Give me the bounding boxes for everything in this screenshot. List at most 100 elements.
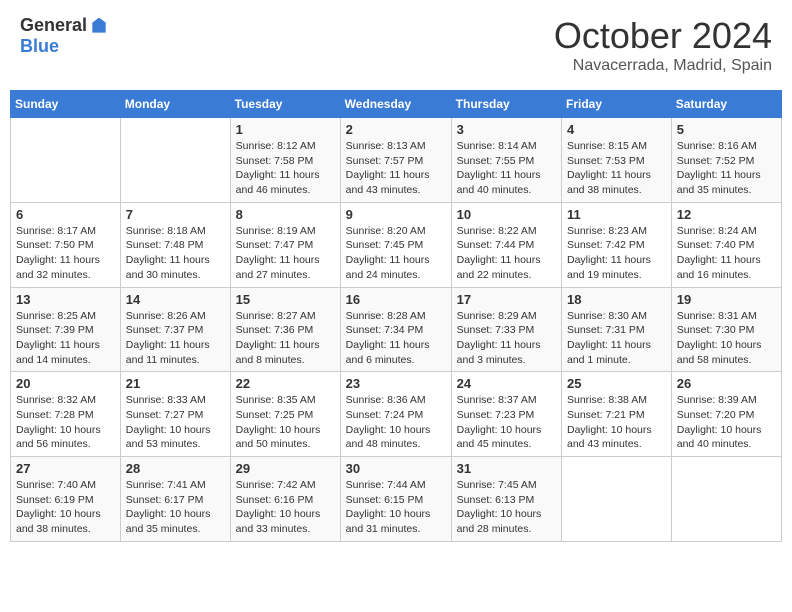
day-number: 22 (236, 376, 335, 391)
calendar-cell: 3Sunrise: 8:14 AMSunset: 7:55 PMDaylight… (451, 118, 561, 203)
day-info: Sunrise: 8:39 AMSunset: 7:20 PMDaylight:… (677, 393, 776, 452)
logo: General Blue (20, 15, 109, 57)
calendar-cell (11, 118, 121, 203)
day-info: Sunrise: 8:20 AMSunset: 7:45 PMDaylight:… (346, 224, 446, 283)
calendar-cell: 31 Sunrise: 7:45 AMSunset: 6:13 PMDayligh… (451, 457, 561, 542)
calendar-table: Sunday Monday Tuesday Wednesday Thursday… (10, 90, 782, 542)
day-number: 2 (346, 122, 446, 137)
day-info: Sunrise: 8:31 AMSunset: 7:30 PMDaylight:… (677, 309, 776, 368)
day-info: Sunrise: 8:37 AMSunset: 7:23 PMDaylight:… (457, 393, 556, 452)
day-info: Sunrise: 8:15 AMSunset: 7:53 PMDaylight:… (567, 139, 666, 198)
day-number: 6 (16, 207, 115, 222)
calendar-cell: 28 Sunrise: 7:41 AMSunset: 6:17 PMDayligh… (120, 457, 230, 542)
day-number: 29 (236, 461, 335, 476)
calendar-cell: 1 Sunrise: 8:12 AMSunset: 7:58 PMDaylight… (230, 118, 340, 203)
day-info: Sunrise: 8:32 AMSunset: 7:28 PMDaylight:… (16, 393, 115, 452)
day-number: 12 (677, 207, 776, 222)
day-info: Sunrise: 8:33 AMSunset: 7:27 PMDaylight:… (126, 393, 225, 452)
day-number: 21 (126, 376, 225, 391)
day-number: 18 (567, 292, 666, 307)
day-info: Sunrise: 8:36 AMSunset: 7:24 PMDaylight:… (346, 393, 446, 452)
day-info: Sunrise: 8:22 AMSunset: 7:44 PMDaylight:… (457, 224, 556, 283)
calendar-cell: 15 Sunrise: 8:27 AMSunset: 7:36 PMDayligh… (230, 287, 340, 372)
day-number: 19 (677, 292, 776, 307)
month-title: October 2024 (554, 15, 772, 57)
col-saturday: Saturday (671, 91, 781, 118)
day-number: 24 (457, 376, 556, 391)
calendar-cell: 24 Sunrise: 8:37 AMSunset: 7:23 PMDayligh… (451, 372, 561, 457)
day-number: 15 (236, 292, 335, 307)
col-sunday: Sunday (11, 91, 121, 118)
day-info: Sunrise: 8:13 AMSunset: 7:57 PMDaylight:… (346, 139, 446, 198)
day-info: Sunrise: 7:40 AMSunset: 6:19 PMDaylight:… (16, 478, 115, 537)
day-info: Sunrise: 7:41 AMSunset: 6:17 PMDaylight:… (126, 478, 225, 537)
calendar-cell: 5Sunrise: 8:16 AMSunset: 7:52 PMDaylight… (671, 118, 781, 203)
day-number: 8 (236, 207, 335, 222)
week-row-1: 1 Sunrise: 8:12 AMSunset: 7:58 PMDaylight… (11, 118, 782, 203)
day-info: Sunrise: 8:26 AMSunset: 7:37 PMDaylight:… (126, 309, 225, 368)
day-number: 31 (457, 461, 556, 476)
calendar-cell (671, 457, 781, 542)
calendar-cell: 11Sunrise: 8:23 AMSunset: 7:42 PMDayligh… (562, 202, 672, 287)
calendar-cell: 18 Sunrise: 8:30 AMSunset: 7:31 PMDayligh… (562, 287, 672, 372)
day-info: Sunrise: 8:35 AMSunset: 7:25 PMDaylight:… (236, 393, 335, 452)
day-info: Sunrise: 7:44 AMSunset: 6:15 PMDaylight:… (346, 478, 446, 537)
day-info: Sunrise: 8:28 AMSunset: 7:34 PMDaylight:… (346, 309, 446, 368)
day-number: 9 (346, 207, 446, 222)
day-info: Sunrise: 7:45 AMSunset: 6:13 PMDaylight:… (457, 478, 556, 537)
day-number: 16 (346, 292, 446, 307)
day-info: Sunrise: 8:29 AMSunset: 7:33 PMDaylight:… (457, 309, 556, 368)
week-row-4: 20 Sunrise: 8:32 AMSunset: 7:28 PMDayligh… (11, 372, 782, 457)
day-number: 20 (16, 376, 115, 391)
day-number: 4 (567, 122, 666, 137)
calendar-cell: 22 Sunrise: 8:35 AMSunset: 7:25 PMDayligh… (230, 372, 340, 457)
calendar-cell: 16 Sunrise: 8:28 AMSunset: 7:34 PMDayligh… (340, 287, 451, 372)
calendar-cell: 23 Sunrise: 8:36 AMSunset: 7:24 PMDayligh… (340, 372, 451, 457)
day-number: 10 (457, 207, 556, 222)
day-number: 11 (567, 207, 666, 222)
day-number: 23 (346, 376, 446, 391)
day-info: Sunrise: 8:12 AMSunset: 7:58 PMDaylight:… (236, 139, 335, 198)
day-info: Sunrise: 8:27 AMSunset: 7:36 PMDaylight:… (236, 309, 335, 368)
calendar-cell: 30 Sunrise: 7:44 AMSunset: 6:15 PMDayligh… (340, 457, 451, 542)
header-row: Sunday Monday Tuesday Wednesday Thursday… (11, 91, 782, 118)
day-info: Sunrise: 8:38 AMSunset: 7:21 PMDaylight:… (567, 393, 666, 452)
day-info: Sunrise: 7:42 AMSunset: 6:16 PMDaylight:… (236, 478, 335, 537)
day-number: 25 (567, 376, 666, 391)
col-friday: Friday (562, 91, 672, 118)
week-row-2: 6 Sunrise: 8:17 AMSunset: 7:50 PMDaylight… (11, 202, 782, 287)
col-wednesday: Wednesday (340, 91, 451, 118)
calendar-cell: 19 Sunrise: 8:31 AMSunset: 7:30 PMDayligh… (671, 287, 781, 372)
title-section: October 2024 Navacerrada, Madrid, Spain (554, 15, 772, 75)
logo-general: General (20, 15, 87, 36)
calendar-cell: 27Sunrise: 7:40 AMSunset: 6:19 PMDayligh… (11, 457, 121, 542)
day-number: 30 (346, 461, 446, 476)
day-info: Sunrise: 8:30 AMSunset: 7:31 PMDaylight:… (567, 309, 666, 368)
calendar-cell: 20 Sunrise: 8:32 AMSunset: 7:28 PMDayligh… (11, 372, 121, 457)
col-thursday: Thursday (451, 91, 561, 118)
calendar-cell: 26 Sunrise: 8:39 AMSunset: 7:20 PMDayligh… (671, 372, 781, 457)
calendar-cell: 7Sunrise: 8:18 AMSunset: 7:48 PMDaylight… (120, 202, 230, 287)
logo-icon (89, 16, 109, 36)
day-number: 26 (677, 376, 776, 391)
calendar-cell: 4 Sunrise: 8:15 AMSunset: 7:53 PMDaylight… (562, 118, 672, 203)
col-tuesday: Tuesday (230, 91, 340, 118)
day-info: Sunrise: 8:17 AMSunset: 7:50 PMDaylight:… (16, 224, 115, 283)
calendar-cell: 6 Sunrise: 8:17 AMSunset: 7:50 PMDaylight… (11, 202, 121, 287)
page-header: General Blue October 2024 Navacerrada, M… (10, 10, 782, 80)
calendar-cell: 21 Sunrise: 8:33 AMSunset: 7:27 PMDayligh… (120, 372, 230, 457)
calendar-cell (562, 457, 672, 542)
location-title: Navacerrada, Madrid, Spain (554, 57, 772, 75)
calendar-cell: 12Sunrise: 8:24 AMSunset: 7:40 PMDayligh… (671, 202, 781, 287)
calendar-cell: 25 Sunrise: 8:38 AMSunset: 7:21 PMDayligh… (562, 372, 672, 457)
calendar-cell (120, 118, 230, 203)
day-info: Sunrise: 8:25 AMSunset: 7:39 PMDaylight:… (16, 309, 115, 368)
calendar-cell: 9 Sunrise: 8:20 AMSunset: 7:45 PMDaylight… (340, 202, 451, 287)
day-info: Sunrise: 8:19 AMSunset: 7:47 PMDaylight:… (236, 224, 335, 283)
calendar-cell: 10 Sunrise: 8:22 AMSunset: 7:44 PMDayligh… (451, 202, 561, 287)
day-number: 1 (236, 122, 335, 137)
day-number: 28 (126, 461, 225, 476)
calendar-cell: 29 Sunrise: 7:42 AMSunset: 6:16 PMDayligh… (230, 457, 340, 542)
day-number: 3 (457, 122, 556, 137)
calendar-cell: 13Sunrise: 8:25 AMSunset: 7:39 PMDayligh… (11, 287, 121, 372)
